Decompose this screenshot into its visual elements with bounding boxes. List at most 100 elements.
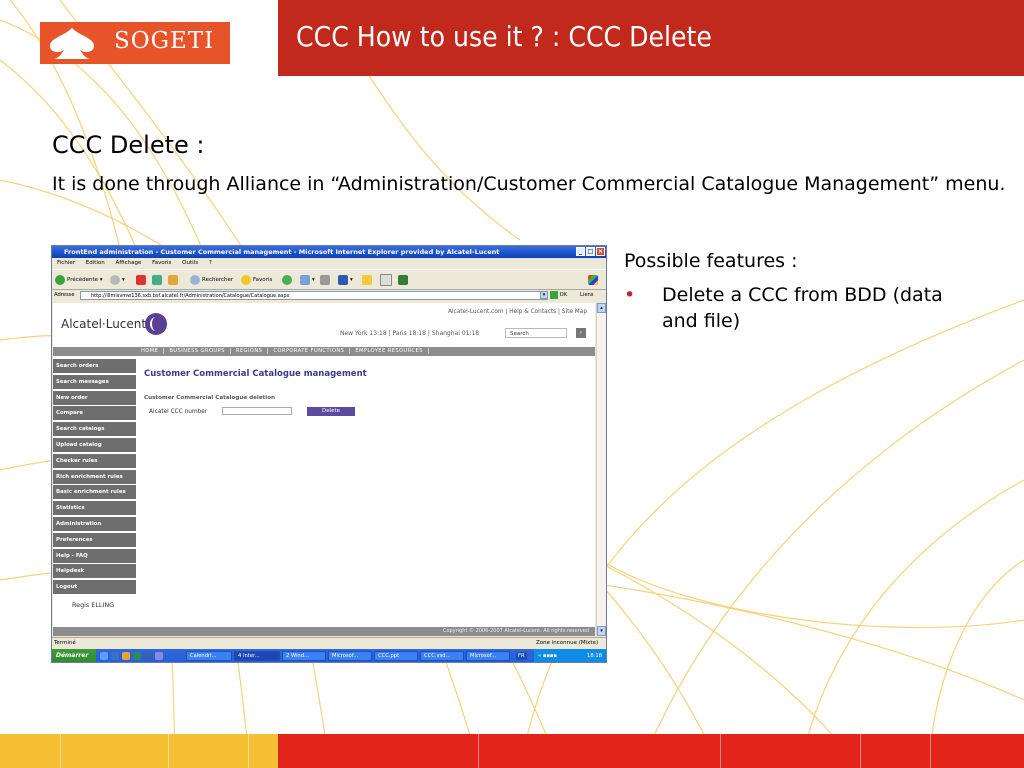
close-icon[interactable]: × — [596, 247, 605, 256]
address-label: Adresse — [54, 292, 75, 298]
task-microsoft-1[interactable]: Microsof... — [328, 651, 372, 661]
clock: 18:18 — [587, 653, 602, 659]
browser-screenshot: FrontEnd administration - Customer Comme… — [51, 245, 607, 663]
footer-line — [720, 734, 721, 768]
sidebar-item-rich-enrichment-rules[interactable]: Rich enrichment rules — [53, 469, 136, 484]
back-button[interactable]: Précédente ▾ — [55, 274, 103, 286]
folder-icon — [362, 274, 372, 285]
sidebar-item-preferences[interactable]: Preferences — [53, 532, 136, 547]
menu-outils[interactable]: Outils — [182, 260, 198, 266]
slide-title: CCC How to use it ? : CCC Delete — [296, 20, 712, 53]
menu-edition[interactable]: Edition — [86, 260, 105, 266]
refresh-button[interactable] — [152, 274, 164, 286]
discuss-button[interactable] — [380, 274, 394, 286]
quicklaunch-excel-icon[interactable] — [133, 652, 141, 660]
stop-button[interactable] — [136, 274, 148, 286]
sidebar-item-logout[interactable]: Logout — [53, 580, 136, 595]
sidebar-item-search-catalogs[interactable]: Search catalogs — [53, 422, 136, 437]
forward-button[interactable]: ▾ — [110, 274, 125, 286]
mail-button[interactable]: ▾ — [300, 274, 315, 286]
sidebar-item-helpdesk[interactable]: Helpdesk — [53, 564, 136, 579]
start-button[interactable]: Démarrer — [52, 649, 96, 662]
print-button[interactable] — [320, 274, 332, 286]
menu-help[interactable]: ? — [209, 260, 212, 266]
site-search-go-icon[interactable]: › — [576, 328, 586, 338]
section-heading: CCC Delete : — [52, 131, 205, 159]
sidebar-item-search-orders[interactable]: Search orders — [53, 359, 136, 373]
address-input[interactable]: http://illmisvmw136.sxb.bsf.alcatel.fr/A… — [80, 291, 548, 300]
menu-fichier[interactable]: Fichier — [57, 260, 75, 266]
nav-home[interactable]: HOME — [136, 348, 165, 354]
history-button[interactable] — [282, 274, 294, 286]
quicklaunch-outlook-icon[interactable] — [122, 652, 130, 660]
copyright-footer: Copyright © 2006-2007 Alcatel-Lucent. Al… — [136, 627, 595, 636]
nav-employee-resources[interactable]: EMPLOYEE RESOURCES — [350, 348, 429, 354]
user-name: Regis ELLING — [72, 601, 115, 609]
stop-icon — [136, 274, 146, 285]
sidebar-item-basic-enrichment-rules[interactable]: Basic enrichment rules — [53, 485, 136, 500]
menu-affichage[interactable]: Affichage — [116, 260, 142, 266]
delete-button[interactable]: Delete — [307, 407, 355, 416]
sidebar-menu: Search orders Search messages New order … — [53, 359, 136, 596]
task-ccc-vsd[interactable]: CCC.vsd... — [420, 651, 464, 661]
status-bar: Terminé Zone inconnue (Mixte) — [52, 637, 606, 649]
footer-line — [248, 734, 249, 768]
search-icon — [190, 274, 200, 285]
sogeti-logo: SOGETI — [40, 22, 230, 64]
site-search-input[interactable]: Search — [505, 328, 567, 338]
features-list: Delete a CCC from BDD (data and file) — [624, 282, 954, 334]
quicklaunch-ie-icon[interactable] — [100, 652, 108, 660]
system-tray: « ▪▪▪▪ 18:18 — [534, 649, 606, 662]
sidebar-item-search-messages[interactable]: Search messages — [53, 374, 136, 389]
home-button[interactable] — [168, 274, 180, 286]
spade-icon — [50, 28, 94, 59]
sidebar-item-help-faq[interactable]: Help - FAQ — [53, 548, 136, 563]
footer-red-band — [278, 734, 1024, 768]
search-button[interactable]: Rechercher — [190, 274, 233, 286]
status-text: Terminé — [54, 640, 76, 646]
task-microsoft-2[interactable]: Microsof... — [466, 651, 510, 661]
footer-line — [478, 734, 479, 768]
edit-button[interactable]: ▾ — [338, 274, 353, 286]
sidebar-item-checker-rules[interactable]: Checker rules — [53, 453, 136, 468]
sidebar-item-administration[interactable]: Administration — [53, 516, 136, 531]
minimize-icon[interactable]: _ — [576, 247, 585, 256]
vertical-scrollbar[interactable]: ▴ ▾ — [596, 303, 606, 636]
site-top-links[interactable]: Alcatel-Lucent.com | Help & Contacts | S… — [448, 309, 587, 315]
quicklaunch-word-icon[interactable] — [144, 652, 152, 660]
sidebar-item-statistics[interactable]: Statistics — [53, 501, 136, 516]
nav-business-groups[interactable]: BUSINESS GROUPS — [164, 348, 231, 354]
sidebar-item-new-order[interactable]: New order — [53, 390, 136, 405]
menu-favoris[interactable]: Favoris — [152, 260, 171, 266]
favorites-button[interactable]: Favoris — [241, 274, 272, 286]
footer-line — [168, 734, 169, 768]
sidebar-item-upload-catalog[interactable]: Upload catalog — [53, 437, 136, 452]
messenger-button[interactable] — [398, 274, 410, 286]
scroll-up-icon[interactable]: ▴ — [597, 303, 606, 313]
links-label[interactable]: Liens — [580, 289, 594, 302]
ccc-number-input[interactable] — [222, 407, 292, 415]
scroll-down-icon[interactable]: ▾ — [597, 626, 606, 636]
star-icon — [241, 274, 251, 285]
quicklaunch-desktop-icon[interactable] — [111, 652, 119, 660]
maximize-icon[interactable]: □ — [586, 247, 595, 256]
footer-line — [860, 734, 861, 768]
folder-button[interactable] — [362, 274, 374, 286]
language-indicator[interactable]: FR — [516, 652, 527, 660]
footer-yellow-band — [0, 734, 278, 768]
features-title: Possible features : — [624, 250, 798, 272]
task-ccc-ppt[interactable]: CCC.ppt — [374, 651, 418, 661]
discuss-icon — [380, 274, 392, 286]
toolbar: Précédente ▾ ▾ Rechercher Favoris ▾ ▾ — [52, 269, 606, 290]
forward-arrow-icon — [110, 274, 120, 285]
nav-corporate-functions[interactable]: CORPORATE FUNCTIONS — [268, 348, 351, 354]
quicklaunch-misc-icon[interactable] — [155, 652, 163, 660]
window-title: FrontEnd administration - Customer Comme… — [64, 248, 500, 256]
task-internet-explorer[interactable]: 4 Inter... — [234, 651, 280, 661]
nav-regions[interactable]: REGIONS — [230, 348, 269, 354]
task-calendar[interactable]: Calendri... — [186, 651, 232, 661]
go-button[interactable]: OK — [550, 289, 567, 302]
dropdown-arrow-icon[interactable]: ▾ — [540, 291, 548, 299]
sidebar-item-compare[interactable]: Compare — [53, 406, 136, 421]
task-windows[interactable]: 2 Wind... — [282, 651, 326, 661]
